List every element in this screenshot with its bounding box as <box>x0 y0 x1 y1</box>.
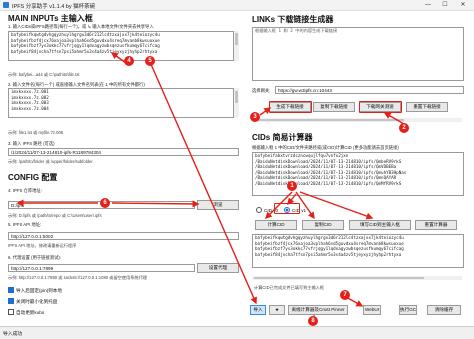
arrow-2 <box>383 112 405 125</box>
marker-5: 5 <box>145 56 155 66</box>
marker-7: 7 <box>340 290 350 300</box>
marker-6: 6 <box>100 198 110 208</box>
marker-1: 1 <box>287 181 297 191</box>
annotation-arrows <box>16 52 405 323</box>
marker-4: 4 <box>124 56 134 66</box>
marker-8: 8 <box>308 316 318 326</box>
arrow-1a <box>265 191 293 219</box>
marker-2: 2 <box>399 123 409 133</box>
arrow-5 <box>149 61 257 305</box>
arrow-3 <box>259 107 272 116</box>
arrow-6b <box>111 200 200 208</box>
marker-3: 3 <box>250 112 260 122</box>
